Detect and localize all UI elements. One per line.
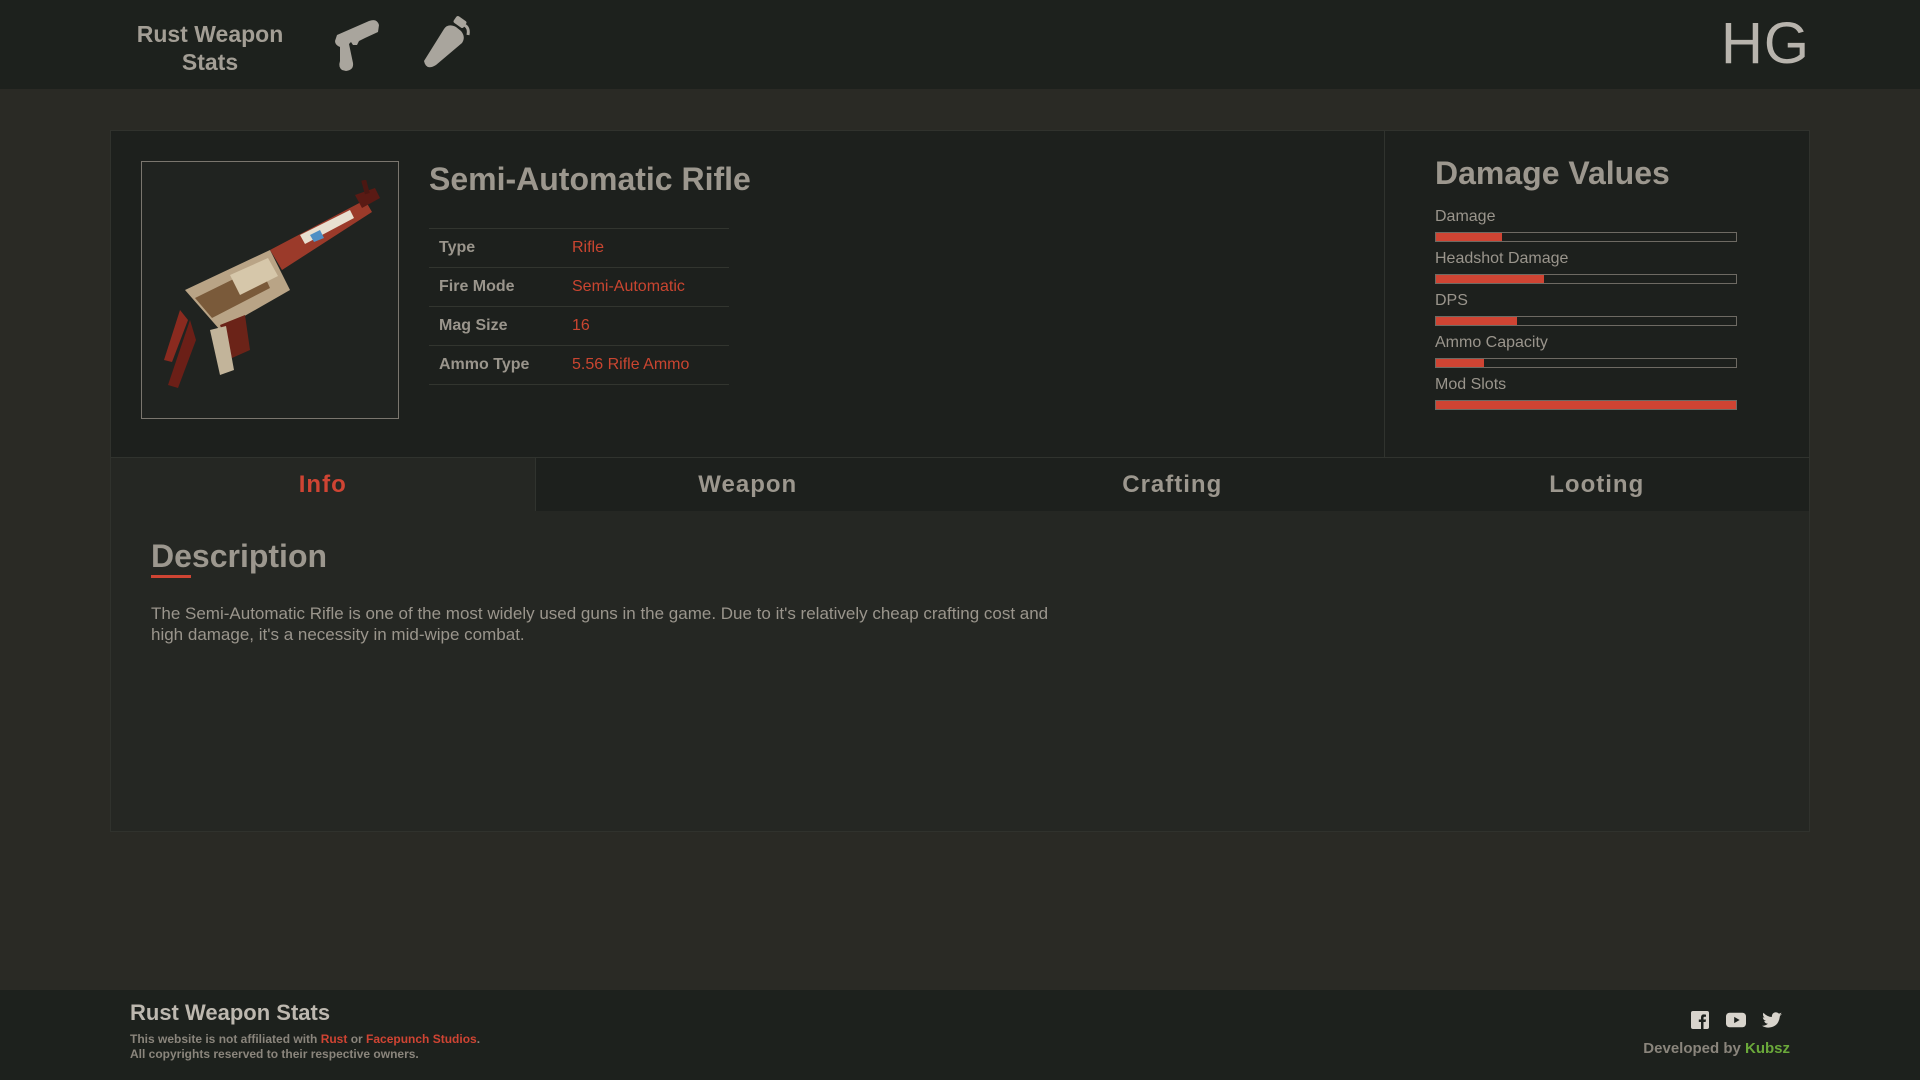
stat-label: Fire Mode [429,267,562,307]
table-row: Type Rifle [429,228,729,268]
stat-label: Mag Size [429,306,562,346]
tab-weapon[interactable]: Weapon [536,458,961,511]
description-text: The Semi-Automatic Rifle is one of the m… [151,604,1049,644]
copyright-text: All copyrights reserved to their respect… [130,1047,419,1061]
damage-label: DPS [1435,292,1468,309]
tab-looting[interactable]: Looting [1385,458,1810,511]
facepunch-link[interactable]: Facepunch Studios [366,1032,477,1046]
weapon-image [141,161,399,419]
damage-row: Mod Slots [1435,375,1737,417]
pistol-icon[interactable] [325,14,385,76]
disclaimer-text: or [347,1032,367,1046]
weapon-overview: Semi-Automatic Rifle Type Rifle Fire Mod… [111,131,1809,457]
tab-bar: Info Weapon Crafting Looting [111,457,1809,511]
description-underline [151,575,191,578]
damage-bar-fill [1436,401,1736,409]
site-logo[interactable]: HG [1721,10,1810,77]
damage-bar-fill [1436,275,1544,283]
stat-value: 16 [562,306,729,346]
section-divider [1384,131,1385,457]
stat-label: Type [429,228,562,268]
damage-label: Damage [1435,208,1496,225]
youtube-icon[interactable] [1726,1010,1746,1030]
twitter-icon[interactable] [1762,1010,1782,1030]
weapon-card: Semi-Automatic Rifle Type Rifle Fire Mod… [110,130,1810,832]
damage-bar [1435,232,1737,242]
tab-crafting[interactable]: Crafting [960,458,1385,511]
footer-brand: Rust Weapon Stats [130,1000,331,1025]
damage-row: Damage [1435,207,1737,249]
damage-values-title: Damage Values [1435,155,1670,191]
damage-bar-fill [1436,317,1517,325]
damage-row: Ammo Capacity [1435,333,1737,375]
facebook-icon[interactable] [1690,1010,1710,1030]
site-header: Rust Weapon Stats HG [0,0,1920,89]
description-title: Description [151,538,328,574]
damage-bar [1435,400,1737,410]
damage-row: DPS [1435,291,1737,333]
weapon-name: Semi-Automatic Rifle [429,161,751,197]
damage-label: Ammo Capacity [1435,334,1548,351]
damage-values-list: Damage Headshot Damage DPS Ammo Capacity… [1435,207,1737,417]
site-footer: Rust Weapon Stats This website is not af… [0,990,1920,1080]
tab-info[interactable]: Info [111,458,536,511]
rust-link[interactable]: Rust [321,1032,348,1046]
disclaimer-text: . [476,1032,481,1046]
developer-credit: Developed by Kubsz [1643,1040,1790,1057]
site-brand[interactable]: Rust Weapon Stats [120,20,300,76]
stat-label: Ammo Type [429,345,562,385]
footer-disclaimer: This website is not affiliated with Rust… [130,1032,480,1062]
stat-value: Semi-Automatic [562,267,729,307]
table-row: Fire Mode Semi-Automatic [429,267,729,307]
damage-bar-fill [1436,233,1502,241]
semi-automatic-rifle-image [164,180,380,388]
social-links [1690,1010,1782,1030]
table-row: Ammo Type 5.56 Rifle Ammo [429,345,729,385]
damage-bar-fill [1436,359,1484,367]
stat-value: 5.56 Rifle Ammo [562,345,729,385]
developer-link[interactable]: Kubsz [1745,1040,1790,1057]
damage-bar [1435,274,1737,284]
developer-prefix: Developed by [1643,1040,1745,1057]
damage-row: Headshot Damage [1435,249,1737,291]
damage-bar [1435,316,1737,326]
disclaimer-text: This website is not affiliated with [130,1032,321,1046]
damage-label: Mod Slots [1435,376,1507,393]
damage-bar [1435,358,1737,368]
grenade-icon[interactable] [414,14,474,76]
stat-value: Rifle [562,228,729,268]
damage-label: Headshot Damage [1435,250,1569,267]
table-row: Mag Size 16 [429,306,729,346]
weapon-stats-table: Type Rifle Fire Mode Semi-Automatic Mag … [429,228,729,385]
